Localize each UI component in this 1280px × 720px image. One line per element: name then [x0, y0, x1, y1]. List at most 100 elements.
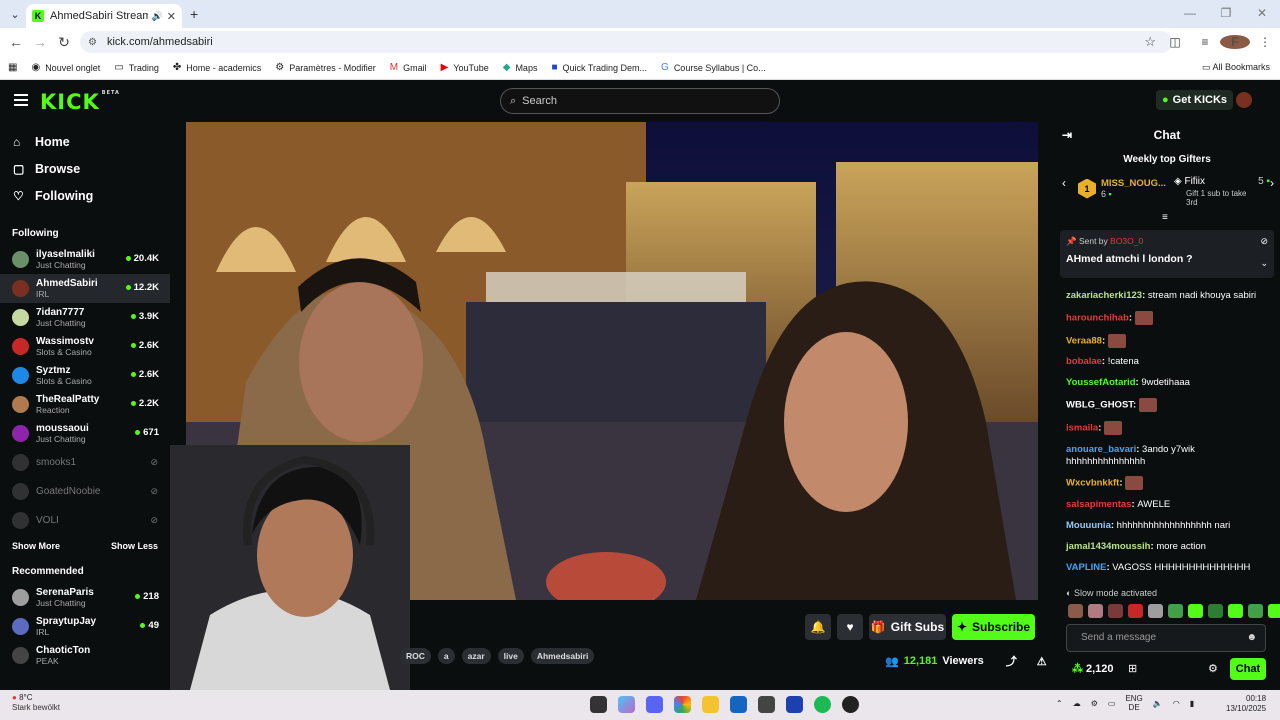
sidebar-channel[interactable]: TheRealPatty Reaction 2.2K [0, 390, 170, 419]
chat-username[interactable]: ismaila [1066, 422, 1098, 433]
subscribe-button[interactable]: ✦ Subscribe [952, 614, 1035, 640]
emote[interactable] [1208, 604, 1223, 618]
media-icon[interactable]: ≡ [1190, 35, 1220, 49]
emote[interactable] [1188, 604, 1203, 618]
minimize-icon[interactable]: — [1172, 0, 1208, 28]
chat-username[interactable]: YoussefAotarid [1066, 377, 1136, 388]
gift-box-icon[interactable]: ⊞ [1128, 662, 1137, 675]
bookmark-nouvel-onglet[interactable]: ◉ Nouvel onglet [31, 62, 100, 73]
browser-tab[interactable]: K AhmedSabiri Stream - Wat 🔊 ✕ [26, 4, 182, 28]
tag[interactable]: a [437, 648, 455, 664]
kick-logo[interactable]: KICK BETA [40, 90, 120, 114]
apps-icon[interactable]: ▦ [8, 62, 17, 73]
discord-icon[interactable] [646, 696, 663, 713]
expand-gifters-icon[interactable]: ≡ [1162, 212, 1168, 223]
sidebar-channel[interactable]: SpraytupJay IRL 49 [0, 612, 170, 641]
user-avatar[interactable] [1236, 92, 1252, 108]
chat-username[interactable]: salsapimentas [1066, 499, 1131, 510]
back-icon[interactable]: ← [4, 34, 28, 50]
tablet-icon[interactable]: ▭ [1108, 699, 1116, 708]
channel-points[interactable]: ⁂ 2,120 [1072, 662, 1114, 675]
chat-username[interactable]: zakariacherki123 [1066, 290, 1142, 301]
vscode-icon[interactable] [786, 696, 803, 713]
sidebar-channel[interactable]: moussaoui Just Chatting 671 [0, 419, 170, 448]
chat-username[interactable]: Veraa88 [1066, 335, 1102, 346]
emote[interactable] [1088, 604, 1103, 618]
tag[interactable]: live [497, 648, 524, 664]
sidebar-channel[interactable]: ChaoticTon PEAK [0, 641, 170, 670]
sidebar-channel[interactable]: AhmedSabiri IRL 12.2K [0, 274, 170, 303]
sidebar-following[interactable]: ♡ Following [0, 182, 170, 209]
chat-username[interactable]: Wxcvbnkkft [1066, 478, 1119, 489]
sidebar-channel[interactable]: GoatedNoobie ⊘ [0, 477, 170, 506]
language-indicator[interactable]: ENG DE [1125, 694, 1142, 712]
sidebar-channel[interactable]: 7idan7777 Just Chatting 3.9K [0, 303, 170, 332]
taskview-icon[interactable] [590, 696, 607, 713]
new-tab-icon[interactable]: + [190, 6, 198, 22]
battery-icon[interactable]: ▮ [1190, 699, 1194, 708]
emote[interactable] [1108, 604, 1123, 618]
wifi-icon[interactable]: ◠ [1173, 699, 1180, 708]
bookmark-academics[interactable]: ✤ Home - academics [173, 62, 261, 73]
notification-bell-button[interactable]: 🔔 [805, 614, 831, 640]
prev-gifter-icon[interactable]: ‹ [1062, 176, 1066, 190]
speaker-icon[interactable]: 🔊 [152, 11, 163, 22]
tab-list-icon[interactable]: ⌄ [4, 4, 26, 24]
app-icon[interactable] [758, 696, 775, 713]
url-field[interactable]: ⚙ kick.com/ahmedsabiri ☆ [80, 31, 1172, 53]
profile-icon[interactable]: F [1220, 35, 1250, 49]
site-info-icon[interactable]: ⚙ [88, 37, 97, 48]
chrome-icon[interactable] [674, 696, 691, 713]
chat-username[interactable]: bobalae [1066, 356, 1102, 367]
chat-username[interactable]: jamal1434moussih [1066, 541, 1151, 552]
expand-pin-icon[interactable]: ⌄ [1260, 258, 1268, 269]
next-gifter-icon[interactable]: › [1270, 176, 1274, 190]
emote[interactable] [1248, 604, 1263, 618]
get-kicks-button[interactable]: ● Get KICKs [1156, 90, 1234, 110]
bookmark-youtube[interactable]: ▶ YouTube [441, 62, 489, 73]
gift-subs-button[interactable]: 🎁 Gift Subs [869, 614, 946, 640]
emoji-icon[interactable]: ☻ [1246, 625, 1257, 651]
sidebar-channel[interactable]: Wassimostv Slots & Casino 2.6K [0, 332, 170, 361]
hamburger-menu-icon[interactable] [14, 94, 28, 106]
copilot-icon[interactable] [618, 696, 635, 713]
volume-icon[interactable]: 🔈 [1153, 699, 1163, 708]
sidebar-channel[interactable]: ilyaselmaliki Just Chatting 20.4K [0, 245, 170, 274]
bookmark-parametres[interactable]: ⚙ Paramètres - Modifier [275, 62, 376, 73]
tag[interactable]: ROC [400, 648, 431, 664]
show-more-button[interactable]: Show More [12, 535, 60, 557]
chat-input[interactable]: Send a message ☻ [1066, 624, 1266, 652]
file-explorer-icon[interactable] [702, 696, 719, 713]
emote[interactable] [1168, 604, 1183, 618]
spotify-icon[interactable] [814, 696, 831, 713]
emote[interactable] [1228, 604, 1243, 618]
settings-icon[interactable]: ⚙ [1091, 699, 1098, 708]
maximize-icon[interactable]: ❐ [1208, 0, 1244, 28]
app-icon[interactable] [842, 696, 859, 713]
forward-icon[interactable]: → [28, 34, 52, 50]
share-icon[interactable]: ⤴ [1006, 653, 1017, 669]
tag[interactable]: Ahmedsabiri [530, 648, 595, 664]
bookmark-course-syllabus[interactable]: G Course Syllabus | Co... [661, 62, 766, 73]
sidebar-channel[interactable]: Syztmz Slots & Casino 2.6K [0, 361, 170, 390]
chat-send-button[interactable]: Chat [1230, 658, 1266, 680]
report-icon[interactable]: ⚠ [1037, 655, 1047, 668]
emote[interactable] [1068, 604, 1083, 618]
sidebar-browse[interactable]: ▢ Browse [0, 155, 170, 182]
follow-heart-button[interactable]: ♥ [837, 614, 863, 640]
clock[interactable]: 00:18 13/10/2025 [1226, 694, 1266, 714]
emote[interactable] [1148, 604, 1163, 618]
emote[interactable] [1128, 604, 1143, 618]
bookmark-trading[interactable]: ▭ Trading [114, 62, 159, 73]
chat-username[interactable]: VAPLINE [1066, 562, 1106, 573]
hide-pin-icon[interactable]: ⊘ [1260, 236, 1268, 247]
bookmark-star-icon[interactable]: ☆ [1144, 34, 1156, 50]
sidebar-channel[interactable]: VOLI ⊘ [0, 506, 170, 535]
bookmark-gmail[interactable]: M Gmail [390, 62, 427, 73]
sidebar-home[interactable]: ⌂ Home [0, 128, 170, 155]
chat-username[interactable]: harounchihab [1066, 312, 1129, 323]
chat-username[interactable]: anouare_bavari [1066, 444, 1136, 455]
close-tab-icon[interactable]: ✕ [167, 10, 176, 23]
bookmark-quick-trading[interactable]: ■ Quick Trading Dem... [551, 62, 647, 73]
all-bookmarks[interactable]: ▭ All Bookmarks [1202, 62, 1270, 73]
